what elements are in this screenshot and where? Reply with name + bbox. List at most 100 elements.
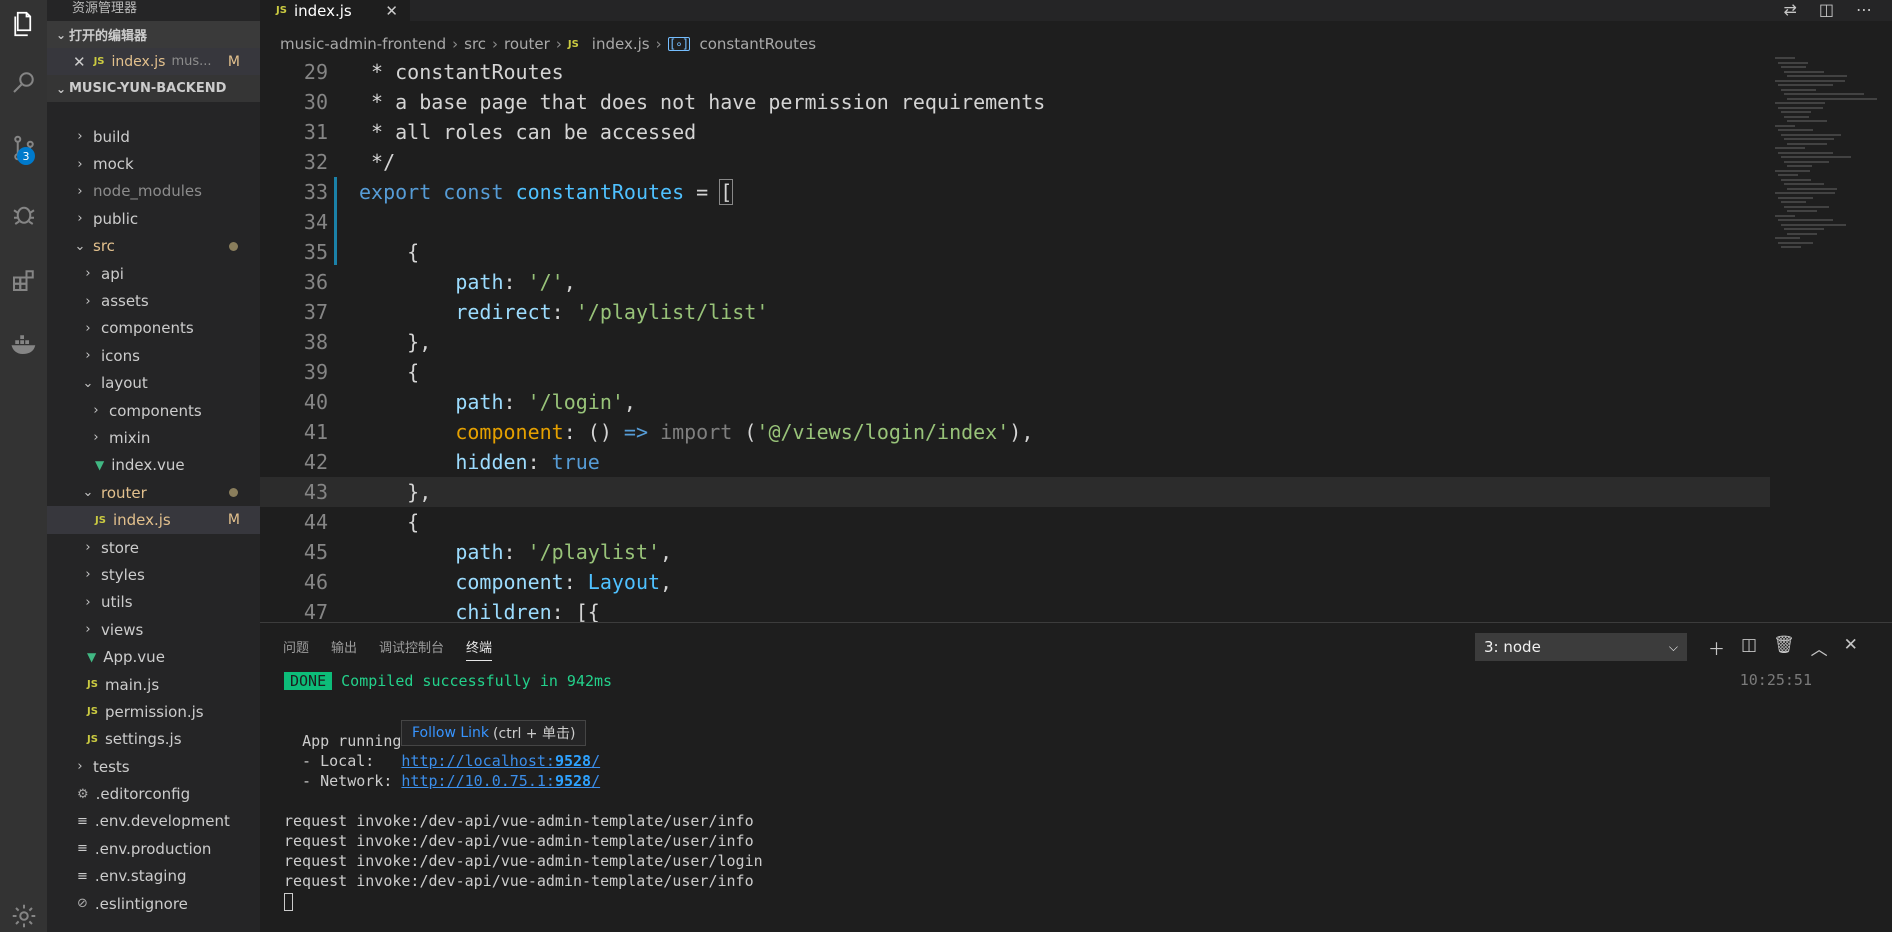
tree-folder[interactable]: › styles xyxy=(47,561,260,588)
code-text: { xyxy=(359,360,420,384)
code-line: 35 { xyxy=(260,237,1770,267)
open-editors-header[interactable]: ⌄ 打开的编辑器 xyxy=(47,21,260,48)
tree-folder[interactable]: › build xyxy=(47,123,260,150)
tree-folder[interactable]: › mock xyxy=(47,150,260,177)
tab-problems[interactable]: 问题 xyxy=(283,637,309,661)
line-number: 40 xyxy=(303,390,328,414)
network-url-link[interactable]: http://10.0.75.1:9528/ xyxy=(401,772,600,790)
tree-folder[interactable]: › utils xyxy=(47,589,260,616)
tree-folder[interactable]: › views xyxy=(47,616,260,643)
more-actions-icon[interactable]: ⋯ xyxy=(1856,0,1872,19)
close-icon[interactable]: ✕ xyxy=(73,53,86,71)
breadcrumb-item[interactable]: music-admin-frontend xyxy=(280,35,446,53)
tree-folder[interactable]: › store xyxy=(47,534,260,561)
line-number: 46 xyxy=(303,570,328,594)
split-editor-icon[interactable]: ◫ xyxy=(1819,0,1834,19)
tree-folder[interactable]: › components xyxy=(47,315,260,342)
line-number: 38 xyxy=(303,330,328,354)
tree-file[interactable]: ▼ App.vue xyxy=(47,643,260,670)
tree-folder[interactable]: ⌄ router xyxy=(47,479,260,506)
chevron-right-icon: › xyxy=(85,348,91,364)
minimap-line xyxy=(1784,93,1864,95)
tree-file[interactable]: ≡ .env.staging xyxy=(47,863,260,890)
close-panel-icon[interactable]: ✕ xyxy=(1844,635,1858,660)
tree-folder[interactable]: ⌄ layout xyxy=(47,370,260,397)
tree-folder[interactable]: › assets xyxy=(47,287,260,314)
tree-folder[interactable]: › icons xyxy=(47,342,260,369)
breadcrumb-item[interactable]: router xyxy=(504,35,550,53)
tab-index-js[interactable]: JS index.js ✕ xyxy=(260,0,410,21)
tree-folder[interactable]: › mixin xyxy=(47,424,260,451)
new-terminal-icon[interactable]: ＋ xyxy=(1708,635,1725,660)
project-header[interactable]: ⌄ MUSIC-YUN-BACKEND xyxy=(47,75,260,102)
code-editor[interactable]: 29 * constantRoutes 30 * a base page that… xyxy=(260,57,1770,622)
gear-icon: ⚙ xyxy=(77,786,89,802)
chevron-right-icon: › xyxy=(492,35,499,53)
js-file-icon: JS xyxy=(87,733,98,745)
docker-icon[interactable] xyxy=(0,320,47,367)
chevron-right-icon: › xyxy=(555,35,562,53)
tree-file[interactable]: JS settings.js xyxy=(47,726,260,753)
minimap-line xyxy=(1781,178,1811,181)
tree-file[interactable]: JS permission.js xyxy=(47,698,260,725)
settings-gear-icon[interactable] xyxy=(0,892,47,932)
search-icon[interactable] xyxy=(0,58,47,105)
maximize-panel-icon[interactable]: ︿ xyxy=(1811,635,1828,660)
js-file-icon: JS xyxy=(93,56,105,67)
tree-file[interactable]: ⚙ .editorconfig xyxy=(47,780,260,807)
minimap-line xyxy=(1781,88,1816,91)
close-tab-icon[interactable]: ✕ xyxy=(385,2,398,20)
code-line: 33 export const constantRoutes = [ xyxy=(260,177,1770,207)
js-file-icon: JS xyxy=(87,706,98,718)
tree-file[interactable]: JS main.js xyxy=(47,671,260,698)
open-editors-label: 打开的编辑器 xyxy=(69,29,148,44)
tree-file[interactable]: ≡ .env.development xyxy=(47,808,260,835)
tab-output[interactable]: 输出 xyxy=(331,637,357,661)
minimap-line xyxy=(1775,102,1825,104)
breadcrumb-item[interactable]: constantRoutes xyxy=(699,35,816,53)
trash-icon[interactable]: 🗑 xyxy=(1773,635,1795,660)
breadcrumb-item[interactable]: src xyxy=(464,35,486,53)
compile-line: DONE Compiled successfully in 942ms xyxy=(284,671,1844,691)
debug-icon[interactable] xyxy=(0,190,47,237)
tree-folder[interactable]: › api xyxy=(47,260,260,287)
text-file-icon: ≡ xyxy=(77,813,88,829)
code-line: 39 { xyxy=(260,357,1770,387)
open-editor-item[interactable]: ✕ JS index.js mus... M xyxy=(47,48,260,75)
local-label: - Local: xyxy=(284,752,402,770)
tree-file[interactable]: ≡ .env.production xyxy=(47,835,260,862)
breadcrumb-item[interactable]: index.js xyxy=(592,35,650,53)
ignore-file-icon: ⊘ xyxy=(77,896,88,912)
tree-folder[interactable]: › tests xyxy=(47,753,260,780)
code-line: 41 component: () => import ('@/views/log… xyxy=(260,417,1770,447)
tab-terminal[interactable]: 终端 xyxy=(466,637,493,661)
terminal-output[interactable]: DONE Compiled successfully in 942ms App … xyxy=(284,671,1844,911)
tab-debug-console[interactable]: 调试控制台 xyxy=(379,637,444,661)
minimap-line xyxy=(1784,228,1824,230)
tree-file[interactable]: ⊘ .eslintignore xyxy=(47,890,260,917)
explorer-icon[interactable] xyxy=(0,0,47,47)
tree-folder[interactable]: ⌄ src xyxy=(47,233,260,260)
terminal-select[interactable]: 3: node ⌵ xyxy=(1475,633,1687,661)
tree-item-label: index.js xyxy=(112,511,171,530)
split-terminal-icon[interactable]: ◫ xyxy=(1741,635,1757,660)
chevron-right-icon: › xyxy=(655,35,662,53)
code-line: 29 * constantRoutes xyxy=(260,57,1770,87)
code-line: 36 path: '/', xyxy=(260,267,1770,297)
chevron-down-icon: ⌄ xyxy=(55,81,67,96)
text-file-icon: ≡ xyxy=(77,868,88,884)
line-number: 30 xyxy=(303,90,328,114)
local-url-link[interactable]: http://localhost:9528/ xyxy=(401,752,600,770)
minimap[interactable] xyxy=(1775,57,1877,267)
tree-folder[interactable]: › public xyxy=(47,205,260,232)
modified-badge: M xyxy=(227,53,240,70)
tree-folder[interactable]: › node_modules xyxy=(47,178,260,205)
extensions-icon[interactable] xyxy=(0,256,47,303)
tree-file[interactable]: ▼ index.vue xyxy=(47,452,260,479)
compare-changes-icon[interactable]: ⇄ xyxy=(1783,0,1796,19)
tree-item-label: tests xyxy=(93,757,130,776)
follow-link-text[interactable]: Follow Link xyxy=(412,725,489,741)
chevron-right-icon: › xyxy=(77,759,83,775)
tree-file[interactable]: JS index.js M xyxy=(47,506,260,534)
tree-folder[interactable]: › components xyxy=(47,397,260,424)
